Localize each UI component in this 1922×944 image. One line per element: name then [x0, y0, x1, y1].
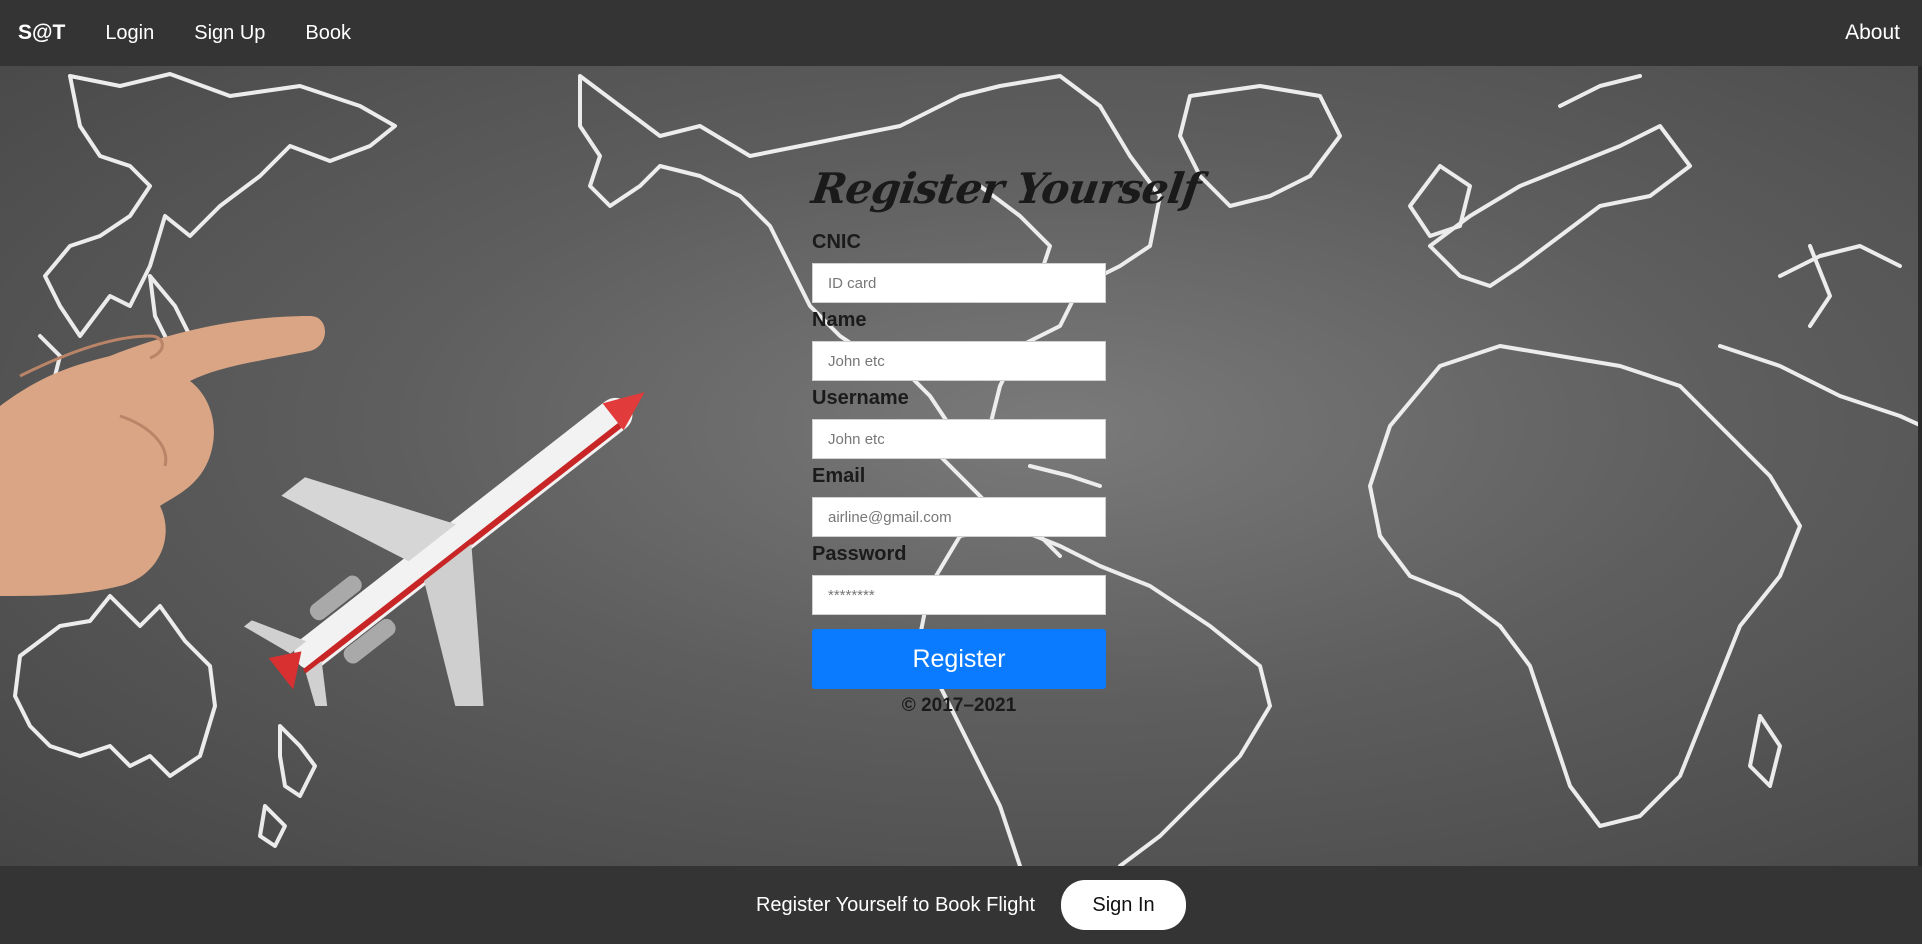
- nav-about-link[interactable]: About: [1845, 21, 1900, 45]
- footer-bar: Register Yourself to Book Flight Sign In: [0, 866, 1922, 944]
- brand-logo[interactable]: S@T: [18, 21, 65, 45]
- register-button[interactable]: Register: [812, 629, 1106, 689]
- nav-login-link[interactable]: Login: [105, 22, 154, 45]
- footer-text: Register Yourself to Book Flight: [755, 893, 1036, 916]
- cnic-label: CNIC: [812, 231, 861, 253]
- top-navbar: S@T Login Sign Up Book About: [0, 0, 1922, 66]
- name-input[interactable]: [812, 341, 1106, 381]
- email-input[interactable]: [812, 497, 1106, 537]
- password-label: Password: [812, 543, 907, 565]
- username-label: Username: [812, 387, 909, 409]
- hero-background: Register Yourself CNIC Name Username Ema…: [0, 66, 1922, 866]
- password-input[interactable]: [812, 575, 1106, 615]
- form-title: Register Yourself: [808, 164, 1204, 213]
- register-form: Register Yourself CNIC Name Username Ema…: [809, 164, 1204, 717]
- copyright-text: © 2017–2021: [901, 695, 1017, 716]
- email-label: Email: [812, 465, 866, 487]
- nav-signup-link[interactable]: Sign Up: [194, 22, 265, 45]
- cnic-input[interactable]: [812, 263, 1106, 303]
- username-input[interactable]: [812, 419, 1106, 459]
- airplane-model-icon: [243, 392, 645, 706]
- nav-book-link[interactable]: Book: [305, 22, 351, 45]
- page-scrollbar[interactable]: [1918, 66, 1922, 866]
- name-label: Name: [812, 309, 867, 331]
- sign-in-button[interactable]: Sign In: [1061, 880, 1187, 930]
